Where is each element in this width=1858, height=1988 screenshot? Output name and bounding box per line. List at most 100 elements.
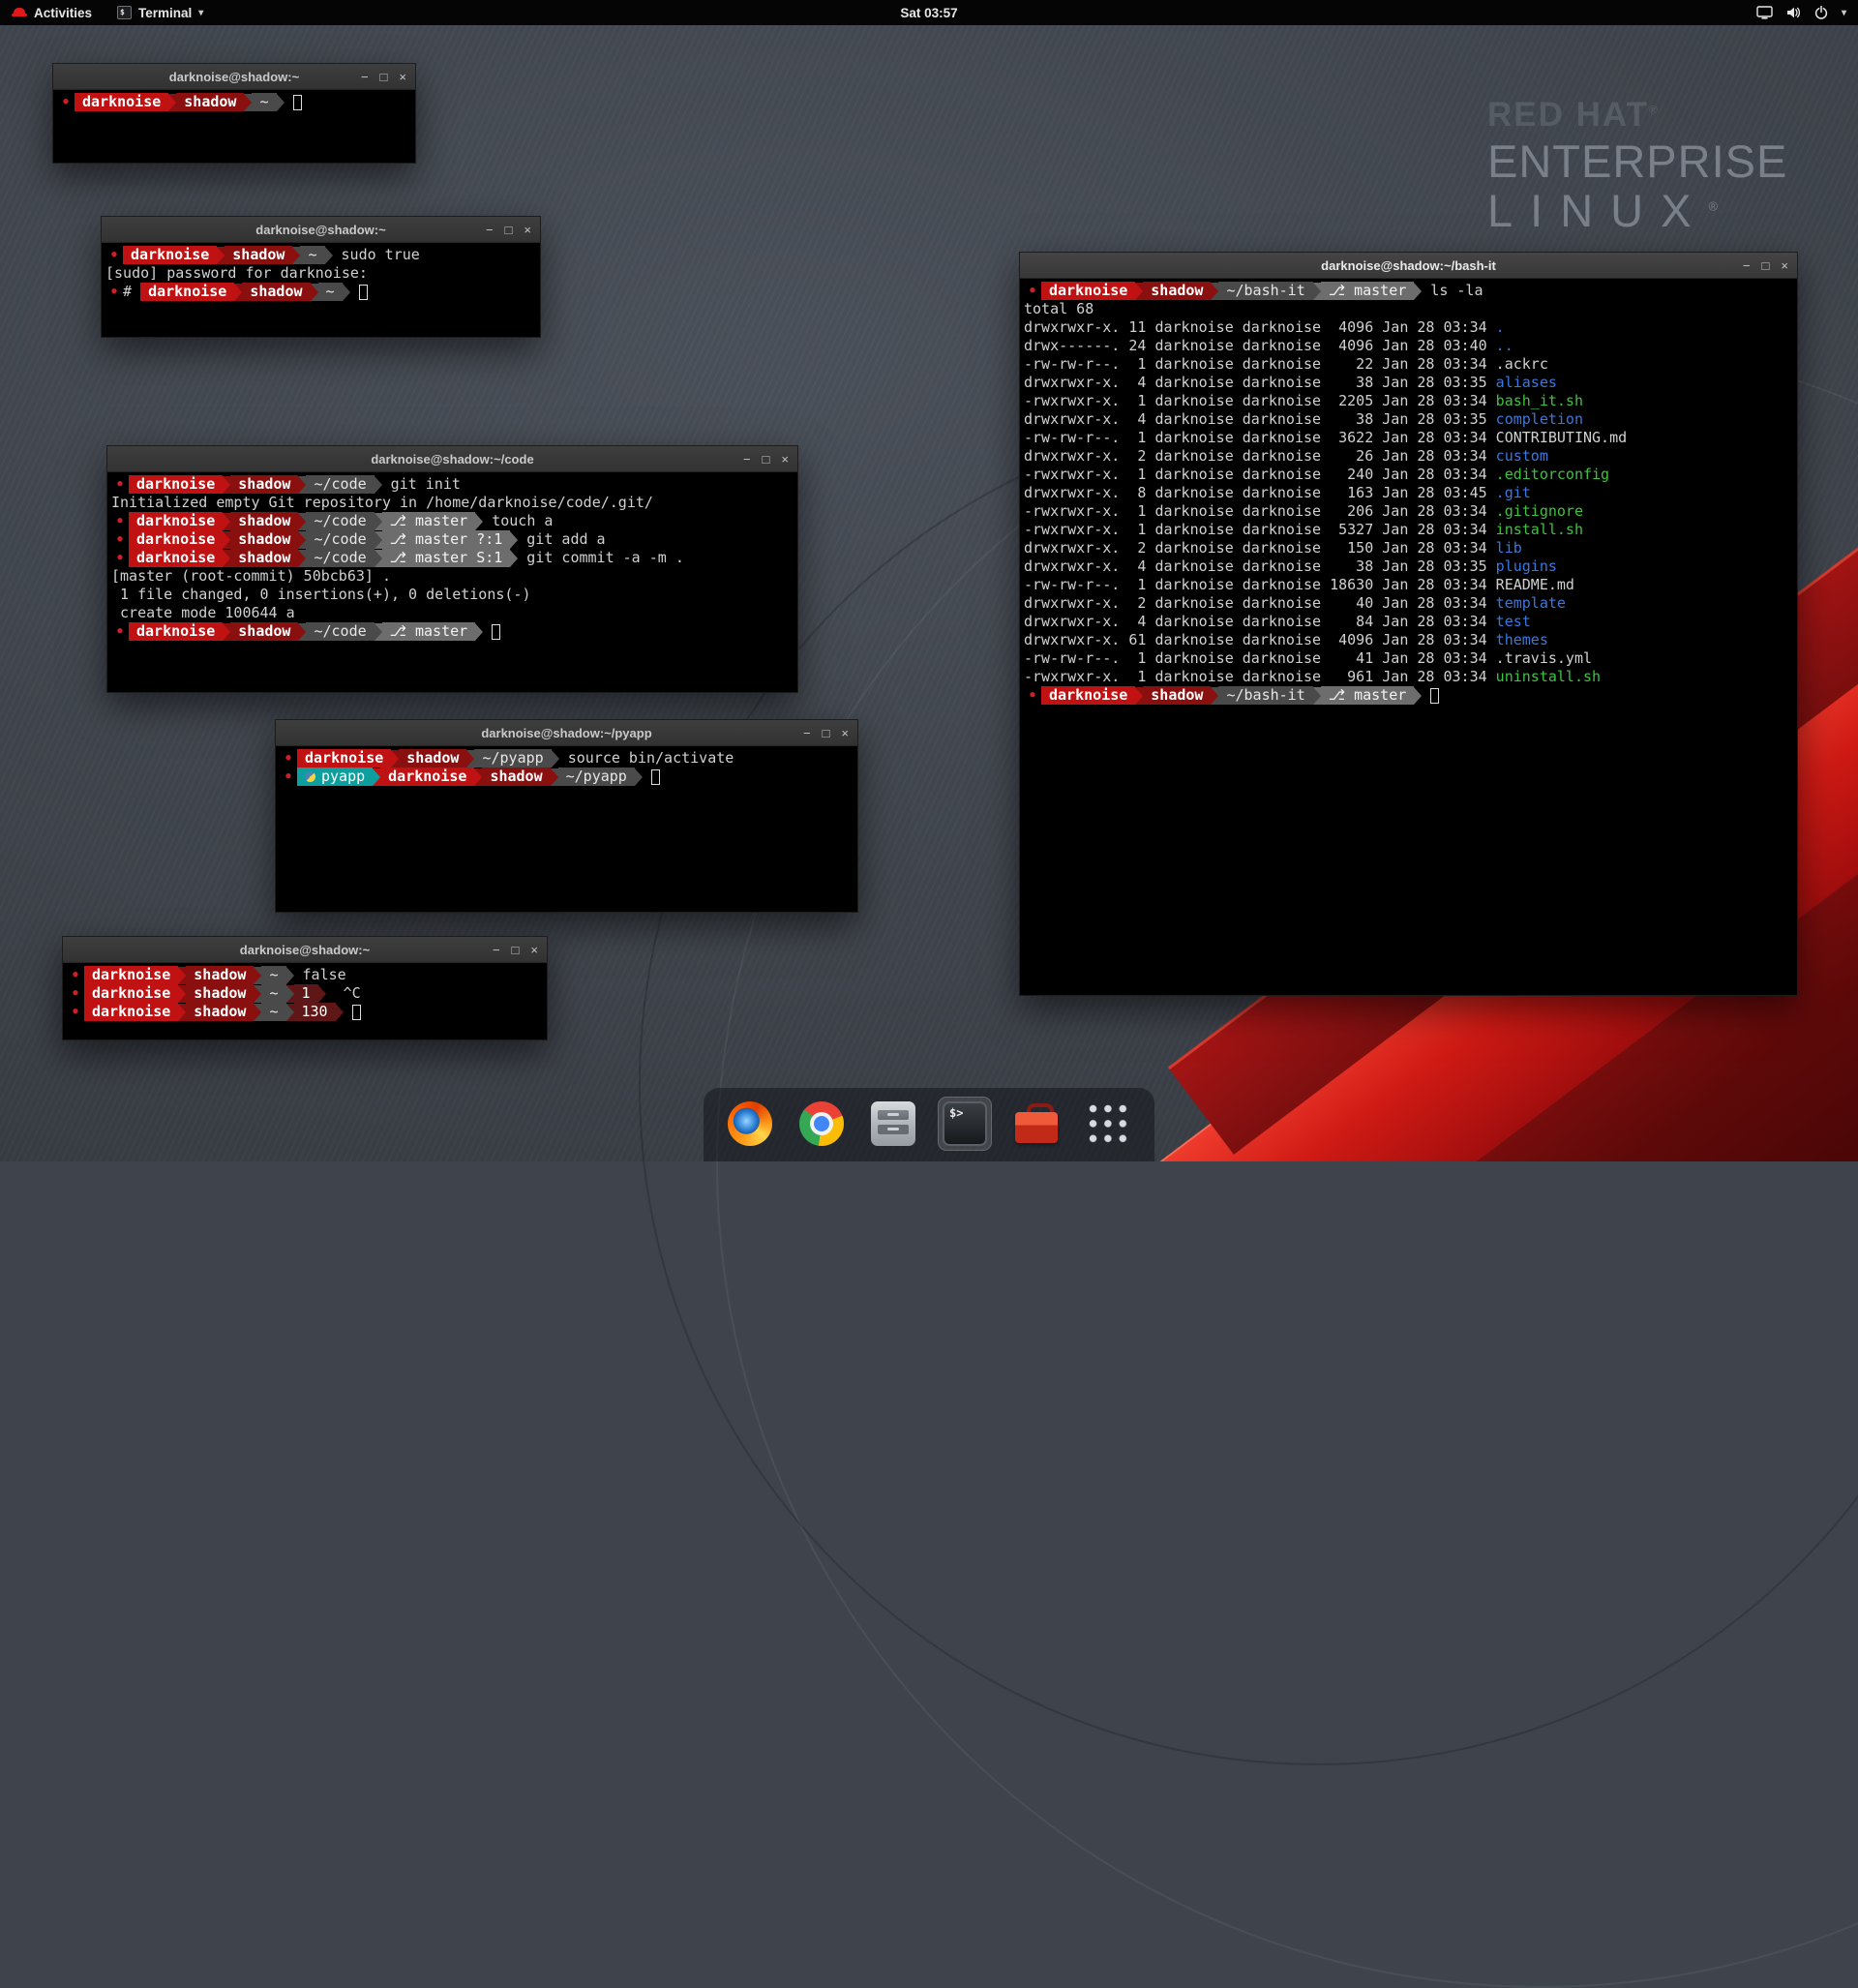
- prompt-segment-host: shadow: [1143, 686, 1211, 705]
- close-button[interactable]: ×: [781, 453, 789, 466]
- prompt-segment-host: shadow: [242, 283, 310, 301]
- minimize-button[interactable]: −: [486, 224, 494, 236]
- maximize-button[interactable]: □: [823, 727, 830, 739]
- powerline-separator: [474, 768, 482, 786]
- file-name: .: [1496, 318, 1505, 337]
- terminal-text: false: [294, 966, 346, 984]
- terminal-window-bash-it: darknoise@shadow:~/bash-it −□× ●darknois…: [1019, 252, 1798, 996]
- window-titlebar[interactable]: darknoise@shadow:~/pyapp −□×: [276, 720, 857, 746]
- prompt-segment-user: darknoise: [123, 246, 217, 264]
- terminal-content[interactable]: ●darknoiseshadow~/bash-it⎇ master ls -la…: [1020, 279, 1797, 995]
- maximize-button[interactable]: □: [763, 453, 770, 466]
- powerline-separator: [298, 476, 306, 494]
- prompt-segment-path: ~: [261, 966, 285, 984]
- terminal-text: -rw-rw-r--. 1 darknoise darknoise 3622 J…: [1024, 429, 1496, 447]
- prompt-segment-path: ~: [252, 93, 276, 111]
- maximize-button[interactable]: □: [380, 71, 388, 83]
- prompt-segment-user: darknoise: [129, 475, 223, 494]
- terminal-text: [1422, 686, 1430, 705]
- close-button[interactable]: ×: [1781, 259, 1788, 272]
- close-button[interactable]: ×: [399, 71, 406, 83]
- file-name: uninstall.sh: [1496, 668, 1601, 686]
- terminal-line: drwxrwxr-x. 8 darknoise darknoise 163 Ja…: [1024, 484, 1793, 502]
- prompt-segment-path: ~/pyapp: [558, 768, 635, 786]
- system-menu[interactable]: ▾: [1753, 0, 1850, 25]
- terminal-content[interactable]: ●darknoiseshadow~ sudo true[sudo] passwo…: [102, 243, 540, 337]
- toolbox-launcher[interactable]: [1009, 1097, 1064, 1151]
- terminal-line: ●darknoiseshadow~/code⎇ master S:1 git c…: [111, 549, 794, 567]
- terminal-window-code: darknoise@shadow:~/code −□ × ●darknoisesh…: [106, 445, 798, 693]
- minimize-button[interactable]: −: [361, 71, 369, 83]
- powerline-separator: [178, 1004, 186, 1021]
- window-titlebar[interactable]: darknoise@shadow:~ −□×: [53, 64, 415, 90]
- window-titlebar[interactable]: darknoise@shadow:~ −□×: [63, 937, 547, 963]
- close-button[interactable]: ×: [530, 944, 538, 956]
- minimize-button[interactable]: −: [743, 453, 751, 466]
- maximize-button[interactable]: □: [512, 944, 520, 956]
- terminal-text: [344, 1003, 352, 1021]
- terminal-text: drwxrwxr-x. 61 darknoise darknoise 4096 …: [1024, 631, 1496, 649]
- powerline-separator: [475, 623, 483, 641]
- app-menu-label: Terminal: [138, 6, 192, 20]
- terminal-line: [master (root-commit) 50bcb63] .: [111, 567, 794, 586]
- terminal-launcher[interactable]: [938, 1097, 992, 1151]
- prompt-segment-host: shadow: [399, 749, 466, 768]
- prompt-segment-user: darknoise: [129, 622, 223, 641]
- prompt-segment-path: ~/bash-it: [1218, 282, 1312, 300]
- rhel-logo-redhat: RED HAT®: [1487, 97, 1787, 134]
- powerline-separator: [373, 768, 380, 786]
- minimize-button[interactable]: −: [493, 944, 500, 956]
- powerline-separator: [234, 284, 242, 301]
- chevron-down-icon: ▾: [198, 8, 203, 18]
- prompt-segment-user: darknoise: [75, 93, 168, 111]
- terminal-text: [285, 93, 293, 111]
- terminal-content[interactable]: ●darknoiseshadow~/code git initInitializ…: [107, 472, 797, 692]
- minimize-button[interactable]: −: [1743, 259, 1751, 272]
- files-launcher[interactable]: [866, 1097, 920, 1151]
- terminal-cursor: [352, 1005, 361, 1020]
- powerline-separator: [375, 531, 382, 549]
- powerline-separator: [375, 476, 382, 494]
- powerline-separator: [178, 985, 186, 1003]
- terminal-content[interactable]: ●darknoiseshadow~: [53, 90, 415, 163]
- terminal-line: ●darknoiseshadow~/code⎇ master: [111, 622, 794, 641]
- terminal-line: [sudo] password for darknoise:: [105, 264, 536, 283]
- file-name: bash_it.sh: [1496, 392, 1583, 410]
- prompt-segment-path: ~/code: [306, 622, 374, 641]
- clock[interactable]: Sat 03:57: [900, 0, 957, 25]
- terminal-text: [350, 283, 359, 301]
- close-button[interactable]: ×: [524, 224, 531, 236]
- terminal-line: ●darknoiseshadow~: [57, 93, 411, 111]
- window-controls: −□ ×: [493, 937, 538, 962]
- window-titlebar[interactable]: darknoise@shadow:~ −□×: [102, 217, 540, 243]
- terminal-content[interactable]: ●darknoiseshadow~ false●darknoiseshadow~…: [63, 963, 547, 1039]
- terminal-text: sudo true: [333, 246, 420, 264]
- powerline-separator: [551, 768, 558, 786]
- activities-button[interactable]: Activities: [8, 0, 96, 25]
- app-menu[interactable]: $ Terminal ▾: [113, 0, 207, 25]
- terminal-content[interactable]: ●darknoiseshadow~/pyapp source bin/activ…: [276, 746, 857, 912]
- prompt-segment-host: shadow: [186, 966, 254, 984]
- window-titlebar[interactable]: darknoise@shadow:~/bash-it −□×: [1020, 253, 1797, 279]
- maximize-button[interactable]: □: [1762, 259, 1770, 272]
- terminal-line: drwxrwxr-x. 61 darknoise darknoise 4096 …: [1024, 631, 1793, 649]
- terminal-text: drwxrwxr-x. 8 darknoise darknoise 163 Ja…: [1024, 484, 1496, 502]
- terminal-window-pyapp: darknoise@shadow:~/pyapp −□× ●darknoises…: [275, 719, 858, 913]
- minimize-button[interactable]: −: [803, 727, 811, 739]
- close-button[interactable]: ×: [841, 727, 849, 739]
- prompt-segment-host: shadow: [230, 512, 298, 530]
- window-titlebar[interactable]: darknoise@shadow:~/code −□ ×: [107, 446, 797, 472]
- powerline-separator: [254, 1004, 261, 1021]
- chrome-launcher[interactable]: [794, 1097, 849, 1151]
- maximize-button[interactable]: □: [505, 224, 513, 236]
- redhat-prompt-icon: ●: [67, 966, 84, 984]
- window-title: darknoise@shadow:~/code: [371, 452, 533, 467]
- app-grid-launcher[interactable]: [1081, 1097, 1135, 1151]
- terminal-text: -rw-rw-r--. 1 darknoise darknoise 22 Jan…: [1024, 355, 1496, 374]
- activities-label: Activities: [34, 6, 92, 20]
- terminal-line: drwxrwxr-x. 2 darknoise darknoise 150 Ja…: [1024, 539, 1793, 557]
- powerline-separator: [1313, 283, 1321, 300]
- firefox-launcher[interactable]: [723, 1097, 777, 1151]
- powerline-separator: [223, 550, 230, 567]
- terminal-icon: [943, 1101, 987, 1146]
